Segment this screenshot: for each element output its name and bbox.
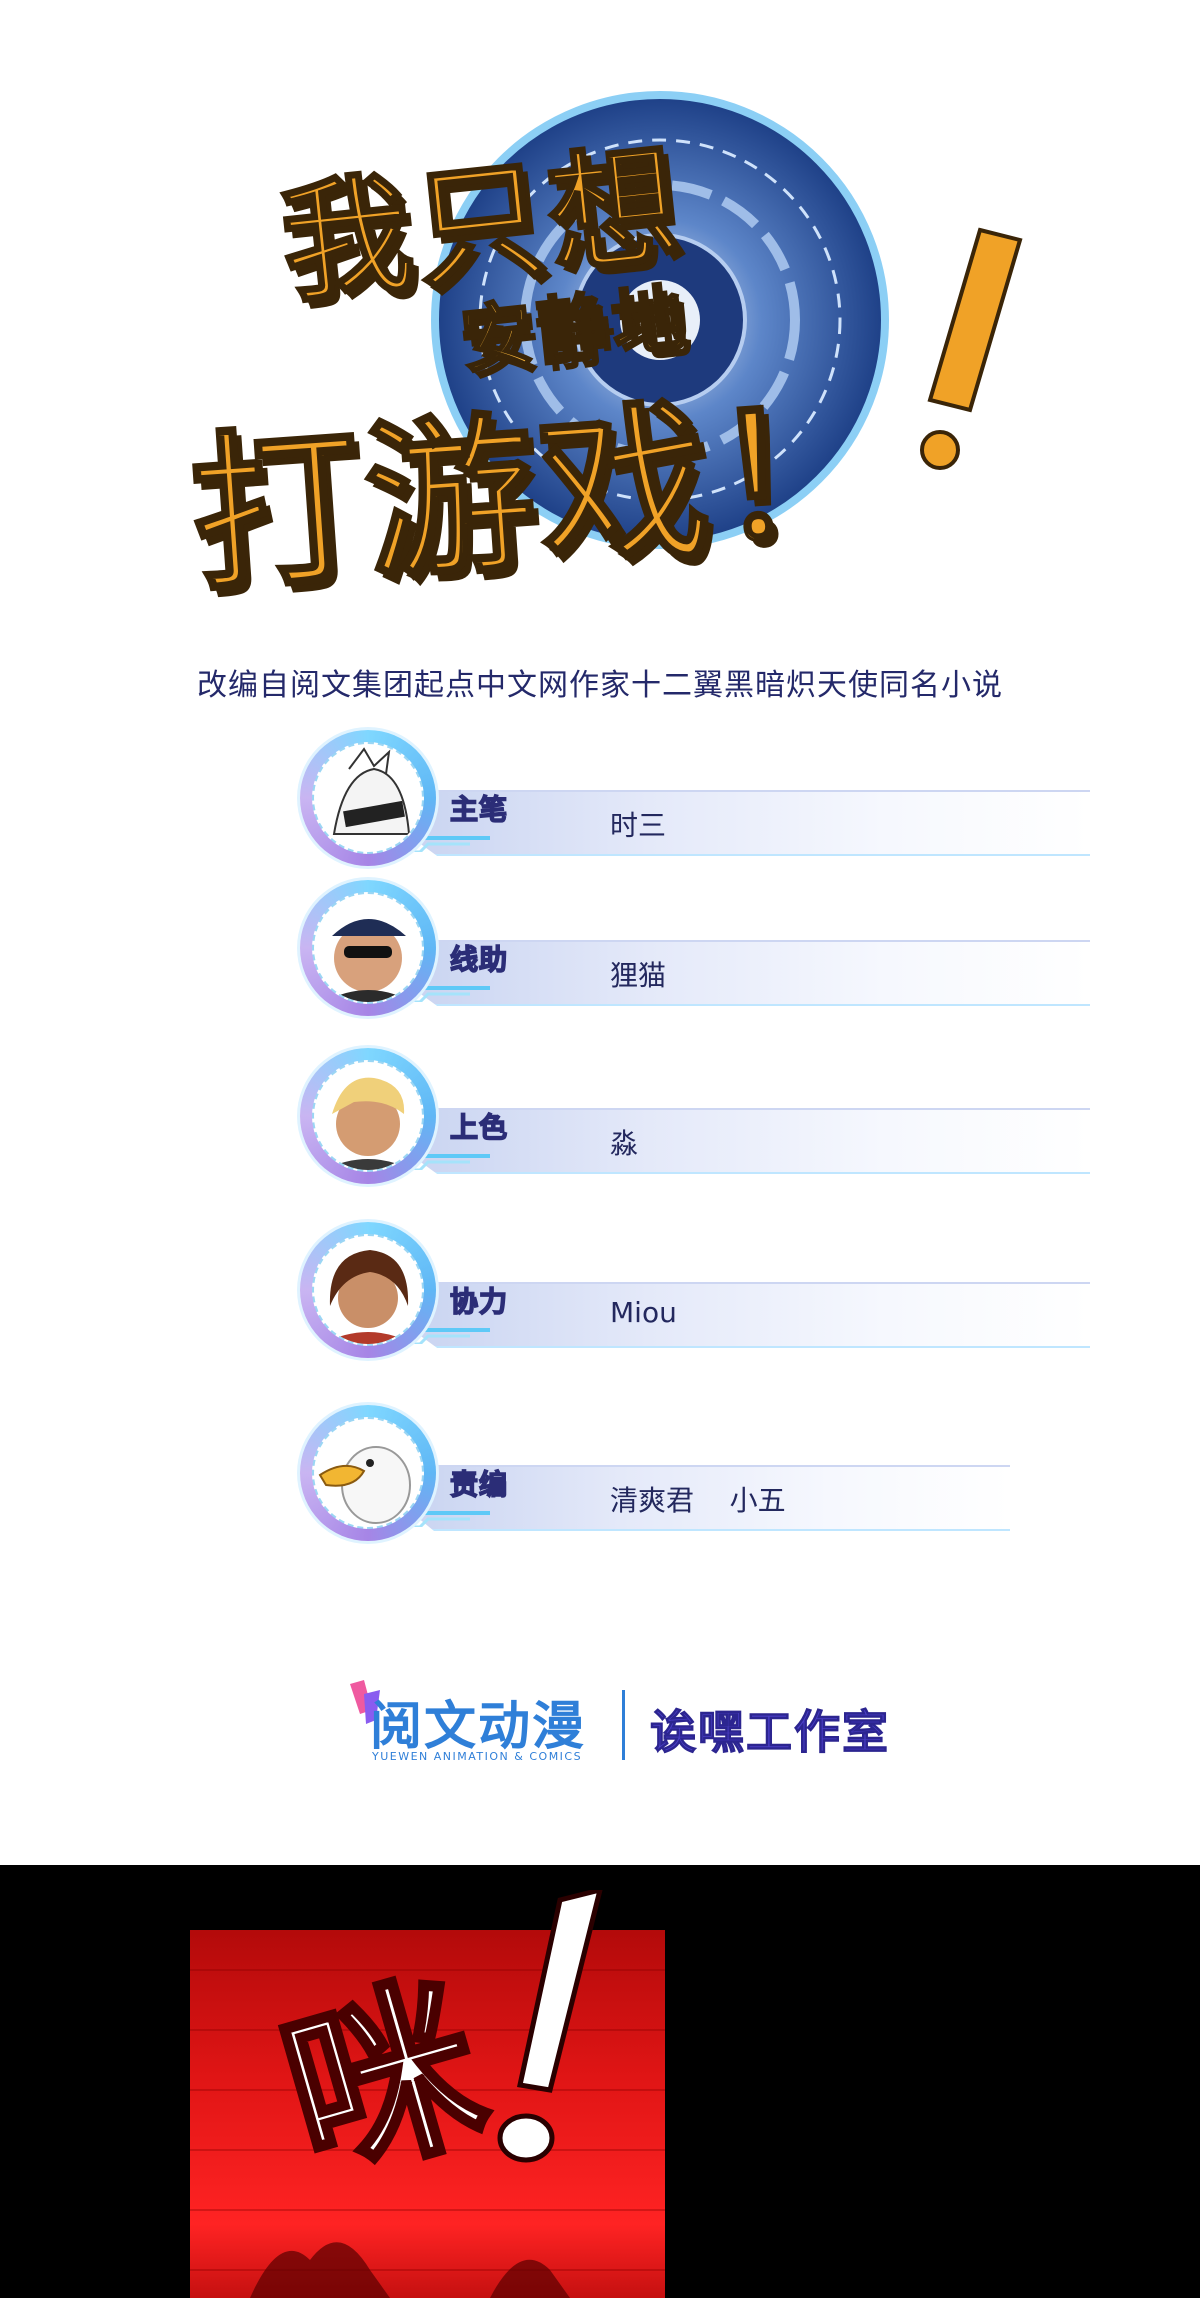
studio-name: 诶嘿工作室: [650, 1705, 890, 1760]
credit-row: 责编 清爽君 小五: [300, 1405, 1100, 1545]
avatar-frame: [300, 1405, 436, 1541]
logo-line-3: 打游戏！: [184, 369, 895, 618]
blonde-man-avatar-icon: [312, 1060, 424, 1172]
sketch-character-avatar-icon: [312, 742, 424, 854]
credit-name: 狸猫: [610, 959, 667, 992]
credit-row: 线助 狸猫: [300, 880, 1100, 1020]
avatar-frame: [300, 1048, 436, 1184]
credit-role: 线助: [449, 942, 509, 977]
goose-avatar-icon: [312, 1417, 424, 1529]
avatar-frame: [300, 880, 436, 1016]
credit-banner: [410, 1282, 1090, 1348]
brown-hair-avatar-icon: [312, 1234, 424, 1346]
credit-name: 淼: [610, 1127, 639, 1160]
adaptation-note: 改编自阅文集团起点中文网作家十二翼黑暗炽天使同名小说: [197, 668, 1003, 703]
logo-divider: [622, 1690, 625, 1760]
avatar-frame: [300, 1222, 436, 1358]
exclamation-mark-icon: [497, 1890, 603, 2163]
credit-banner: [410, 790, 1090, 856]
cap-sunglasses-avatar-icon: [312, 892, 424, 1004]
avatar-frame: [300, 730, 436, 866]
credit-name: Miou: [610, 1296, 677, 1329]
credit-banner: [410, 940, 1090, 1006]
publisher-name: 阅文动漫: [370, 1697, 587, 1757]
publisher-tagline: YUEWEN ANIMATION & COMICS: [372, 1750, 583, 1763]
credit-name: 清爽君 小五: [610, 1484, 786, 1517]
credit-row: 上色 淼: [300, 1048, 1100, 1188]
credit-row: 主笔 时三: [300, 730, 1100, 870]
credit-role: 协力: [449, 1284, 509, 1319]
credit-name: 时三: [610, 809, 667, 842]
credit-banner: [410, 1108, 1090, 1174]
credit-role: 主笔: [449, 792, 509, 827]
title-logo: 我只想 安静地 打游戏！: [160, 80, 1090, 640]
credit-role: 上色: [449, 1110, 509, 1145]
credit-role: 责编: [449, 1467, 509, 1502]
publisher-logos: 阅文动漫 YUEWEN ANIMATION & COMICS 诶嘿工作室: [350, 1680, 910, 1780]
credit-row: 协力 Miou: [300, 1222, 1100, 1362]
credits-page: 我只想 安静地 打游戏！ 改编自阅文集团起点中文网作家十二翼黑暗炽天使同名小说 …: [0, 0, 1200, 1865]
